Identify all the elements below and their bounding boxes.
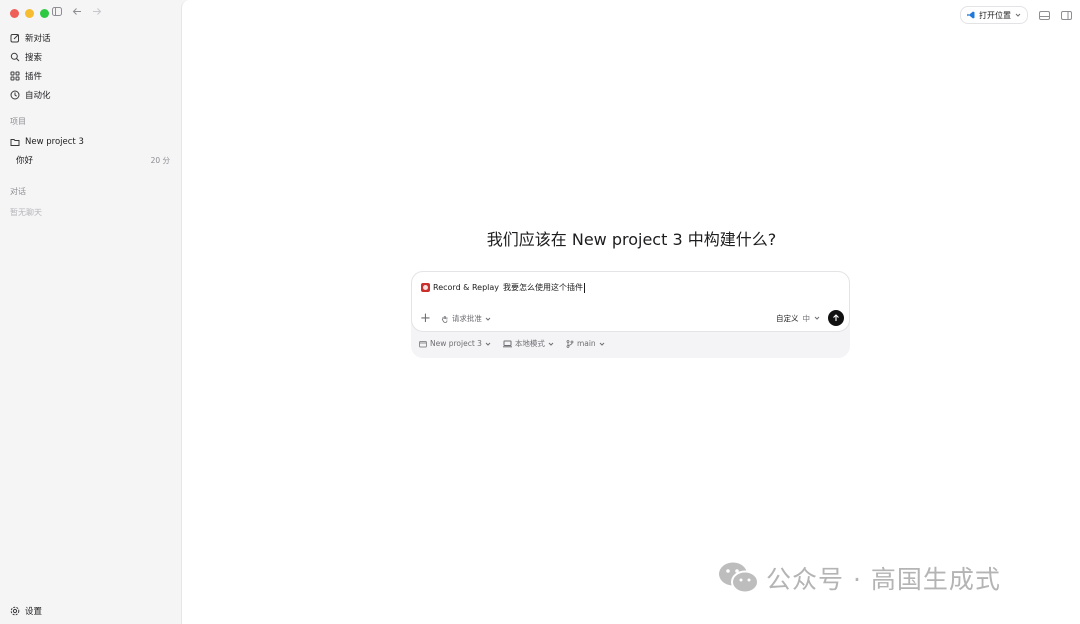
projects-section-label: 项目 xyxy=(10,117,26,126)
model-label: 自定义 xyxy=(776,313,799,323)
laptop-icon xyxy=(502,340,512,347)
forward-arrow-icon[interactable] xyxy=(92,7,102,16)
chevron-down-icon xyxy=(485,317,491,321)
page-headline: 我们应该在 New project 3 中构建什么? xyxy=(486,230,777,249)
chevron-down-icon xyxy=(814,316,820,320)
mode-label: 本地模式 xyxy=(514,339,545,348)
chevron-down-icon xyxy=(485,342,491,346)
project-list: New project 3 xyxy=(6,132,176,151)
wechat-icon xyxy=(719,562,759,594)
chats-empty-note: 暂无聊天 xyxy=(10,208,42,217)
composer-left-tools: + 请求批准 xyxy=(420,312,491,325)
mode-selector[interactable]: 本地模式 xyxy=(502,338,554,349)
prompt-text: 我要怎么使用这个插件 xyxy=(503,283,584,292)
nav-plugins[interactable]: 插件 xyxy=(6,66,176,85)
add-attachment-button[interactable]: + xyxy=(420,312,431,325)
thread-title: 你好 xyxy=(16,156,34,166)
watermark: 公众号 · 高国生成式 xyxy=(718,560,1001,596)
settings-label: 设置 xyxy=(25,606,43,617)
watermark-text: 公众号 · 高国生成式 xyxy=(766,565,1001,594)
nav-label: 插件 xyxy=(25,71,43,82)
nav-label: 新对话 xyxy=(25,33,51,44)
model-level: 中 xyxy=(802,313,811,323)
composer-right-tools: 自定义 中 xyxy=(776,310,844,326)
window-toolbar xyxy=(52,7,102,16)
search-icon xyxy=(10,52,20,61)
chevron-down-icon xyxy=(548,342,554,346)
terminal-toggle-icon[interactable] xyxy=(1038,9,1050,21)
project-item[interactable]: New project 3 xyxy=(6,132,176,151)
nav-label: 自动化 xyxy=(25,90,51,101)
plugin-name: Record & Replay xyxy=(433,283,500,292)
chevron-down-icon xyxy=(599,342,605,346)
thread-item[interactable]: 你好 20 分 xyxy=(16,152,172,168)
branch-label: main xyxy=(576,339,596,348)
grid-icon xyxy=(10,71,20,80)
context-bar: New project 3 本地模式 main xyxy=(419,338,605,349)
sidebar-toggle-icon[interactable] xyxy=(52,7,62,16)
settings-button[interactable]: 设置 xyxy=(6,601,46,620)
approval-label: 请求批准 xyxy=(451,314,482,323)
branch-selector[interactable]: main xyxy=(566,339,605,348)
nav-label: 搜索 xyxy=(25,52,43,63)
hand-icon xyxy=(441,315,448,323)
plugin-chip[interactable]: Record & Replay xyxy=(421,283,499,292)
nav-new-chat[interactable]: 新对话 xyxy=(6,28,176,47)
nav-search[interactable]: 搜索 xyxy=(6,47,176,66)
gear-icon xyxy=(10,606,20,615)
composer[interactable]: Record & Replay 我要怎么使用这个插件 + 请求批准 自定义 中 xyxy=(411,271,850,332)
prompt-input[interactable]: Record & Replay 我要怎么使用这个插件 xyxy=(421,282,586,293)
back-arrow-icon[interactable] xyxy=(72,7,82,16)
chevron-down-icon xyxy=(1015,13,1021,17)
project-selector[interactable]: New project 3 xyxy=(419,339,491,348)
right-panel-toggle-icon[interactable] xyxy=(1060,9,1072,21)
folder-icon xyxy=(10,138,20,146)
vscode-icon xyxy=(967,11,975,19)
sidebar-nav: 新对话 搜索 插件 自动化 xyxy=(6,28,176,104)
nav-automation[interactable]: 自动化 xyxy=(6,85,176,104)
model-dropdown[interactable]: 自定义 中 xyxy=(776,313,820,324)
zoom-window-button[interactable] xyxy=(40,9,49,18)
record-replay-icon xyxy=(421,283,430,292)
approval-dropdown[interactable]: 请求批准 xyxy=(441,313,491,324)
minimize-window-button[interactable] xyxy=(25,9,34,18)
composer-container: Record & Replay 我要怎么使用这个插件 + 请求批准 自定义 中 xyxy=(411,271,850,358)
compose-icon xyxy=(10,33,19,42)
window-controls xyxy=(10,9,49,18)
sidebar: 新对话 搜索 插件 自动化 项目 New project 3 你好 20 分 对… xyxy=(0,0,180,624)
arrow-up-icon xyxy=(833,314,839,321)
open-location-label: 打开位置 xyxy=(979,10,1011,20)
git-branch-icon xyxy=(566,339,574,348)
main-panel: 打开位置 我们应该在 New project 3 中构建什么? Record &… xyxy=(181,0,1080,624)
top-toolbar: 打开位置 xyxy=(960,6,1072,24)
folder-icon xyxy=(419,340,427,347)
clock-icon xyxy=(10,90,20,99)
send-button[interactable] xyxy=(828,310,844,326)
project-selector-label: New project 3 xyxy=(430,339,482,348)
open-location-button[interactable]: 打开位置 xyxy=(960,6,1028,24)
close-window-button[interactable] xyxy=(10,9,19,18)
thread-time: 20 分 xyxy=(150,155,170,165)
project-name: New project 3 xyxy=(25,136,84,147)
chats-section-label: 对话 xyxy=(10,187,26,196)
text-caret xyxy=(584,282,586,293)
